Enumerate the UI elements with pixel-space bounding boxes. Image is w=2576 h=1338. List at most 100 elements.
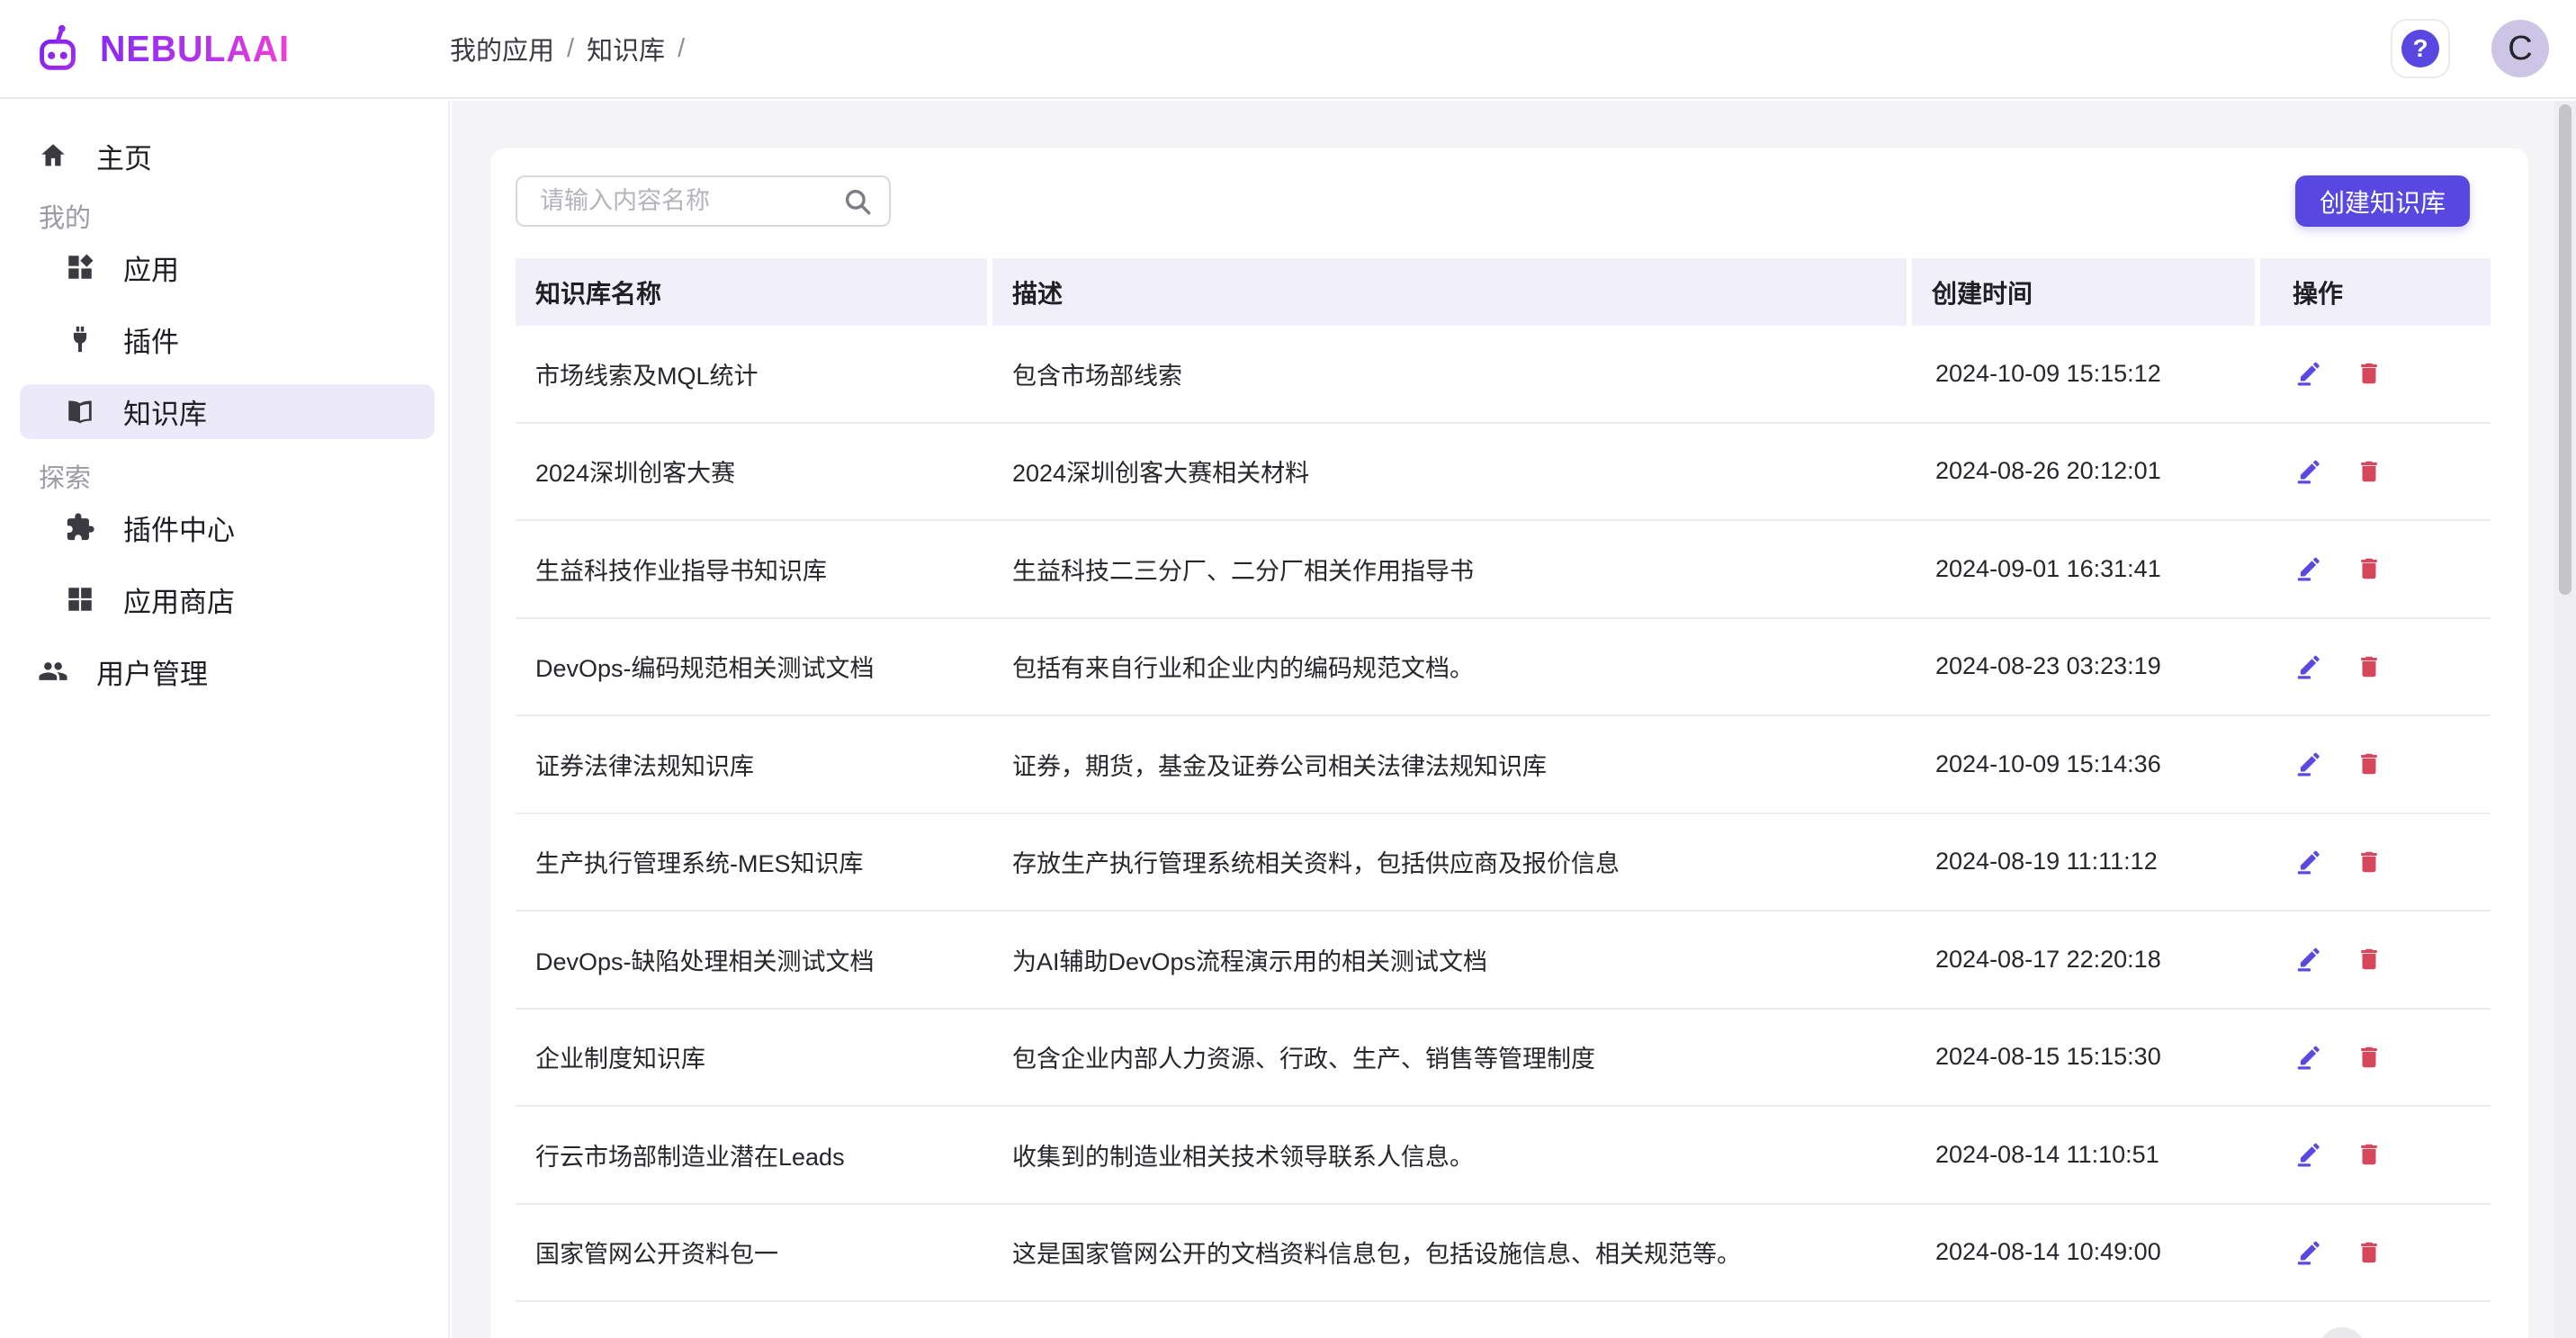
edit-button[interactable] [2293,1139,2323,1170]
edit-pencil-icon [2294,458,2321,485]
table-header-row: 知识库名称 描述 创建时间 操作 [516,258,2491,326]
kb-actions-cell [2260,651,2491,682]
sidebar-item-user-management[interactable]: 用户管理 [0,646,448,696]
edit-button[interactable] [2293,1237,2323,1268]
trash-icon [2356,1044,2383,1071]
kb-created-cell: 2024-08-15 15:15:30 [1912,1043,2255,1071]
delete-button[interactable] [2354,749,2384,779]
brand-wordmark: NEBULAAI [100,28,290,70]
search-icon[interactable] [842,186,873,217]
kb-created-cell: 2024-08-26 20:12:01 [1912,457,2255,485]
kb-desc-cell: 为AI辅助DevOps流程演示用的相关测试文档 [992,942,1907,977]
table-row: 国家管网公开资料包一 这是国家管网公开的文档资料信息包，包括设施信息、相关规范等… [516,1205,2491,1303]
edit-button[interactable] [2293,944,2323,974]
breadcrumb-knowledge-base[interactable]: 知识库 [587,30,665,67]
delete-button[interactable] [2354,1237,2384,1268]
kb-desc-cell: 2024深圳创客大赛相关材料 [992,453,1907,489]
trash-icon [2356,458,2383,485]
sidebar-item-label: 插件中心 [123,507,235,548]
toolbar: 创建知识库 [516,175,2503,227]
kb-name-cell: 2024深圳创客大赛 [516,453,987,489]
breadcrumb-separator: / [567,34,574,64]
edit-button[interactable] [2293,651,2323,682]
sidebar: 主页 我的 应用 插件 知识库 探索 插件中心 [0,101,450,1338]
brand-logo[interactable]: NEBULAAI [30,21,450,76]
delete-button[interactable] [2354,456,2384,487]
delete-button[interactable] [2354,358,2384,389]
edit-pencil-icon [2294,653,2321,680]
help-button[interactable]: ? [2391,19,2450,78]
sidebar-section-explore: 探索 [0,461,448,491]
col-header-name: 知识库名称 [516,258,987,326]
plug-icon [65,324,95,355]
trash-icon [2356,1239,2383,1266]
apps-icon [65,252,95,283]
edit-button[interactable] [2293,358,2323,389]
kb-name-cell: 生产执行管理系统-MES知识库 [516,844,987,879]
sidebar-section-my: 我的 [0,201,448,231]
table-row: 企业制度知识库 包含企业内部人力资源、行政、生产、销售等管理制度 2024-08… [516,1010,2491,1108]
edit-button[interactable] [2293,553,2323,584]
edit-pencil-icon [2294,1239,2321,1266]
delete-button[interactable] [2354,553,2384,584]
robot-logo-icon [30,21,85,76]
sidebar-item-label: 用户管理 [96,651,208,692]
create-kb-button[interactable]: 创建知识库 [2295,175,2470,227]
trash-icon [2356,849,2383,876]
kb-name-cell: 国家管网公开资料包一 [516,1235,987,1270]
kb-name-cell: 证券法律法规知识库 [516,747,987,782]
sidebar-item-label: 知识库 [123,391,207,432]
kb-actions-cell [2260,358,2491,389]
trash-icon [2356,653,2383,680]
book-icon [65,397,95,427]
table-row: 生益科技作业指导书知识库 生益科技二三分厂、二分厂相关作用指导书 2024-09… [516,521,2491,619]
table-row: 2024深圳创客大赛 2024深圳创客大赛相关材料 2024-08-26 20:… [516,424,2491,522]
kb-desc-cell: 生益科技二三分厂、二分厂相关作用指导书 [992,552,1907,587]
table-row: 行云市场部制造业潜在Leads 收集到的制造业相关技术领导联系人信息。 2024… [516,1107,2491,1205]
kb-name-cell: 企业制度知识库 [516,1039,987,1074]
edit-button[interactable] [2293,847,2323,877]
question-mark-icon: ? [2401,30,2439,67]
table-row: DevOps-编码规范相关测试文档 包括有来自行业和企业内的编码规范文档。 20… [516,619,2491,717]
delete-button[interactable] [2354,944,2384,974]
main-area: 创建知识库 知识库名称 描述 创建时间 操作 市场线索及MQL统计 包含市场部线… [452,101,2576,1338]
delete-button[interactable] [2354,1139,2384,1170]
table-row: DevOps-缺陷处理相关测试文档 为AI辅助DevOps流程演示用的相关测试文… [516,911,2491,1010]
trash-icon [2356,555,2383,582]
edit-button[interactable] [2293,1042,2323,1073]
home-icon [38,140,68,171]
sidebar-item-label: 主页 [96,136,152,176]
delete-button[interactable] [2354,1042,2384,1073]
col-header-actions: 操作 [2260,258,2491,326]
table-row: 生产执行管理系统-MES知识库 存放生产执行管理系统相关资料，包括供应商及报价信… [516,814,2491,912]
kb-desc-cell: 收集到的制造业相关技术领导联系人信息。 [992,1137,1907,1172]
sidebar-item-apps[interactable]: 应用 [0,242,448,292]
kb-actions-cell [2260,847,2491,877]
kb-actions-cell [2260,749,2491,779]
kb-desc-cell: 这是国家管网公开的文档资料信息包，包括设施信息、相关规范等。 [992,1235,1907,1270]
sidebar-item-plugin-center[interactable]: 插件中心 [0,502,448,552]
table-body: 市场线索及MQL统计 包含市场部线索 2024-10-09 15:15:12 2… [516,326,2491,1302]
sidebar-item-plugins[interactable]: 插件 [0,314,448,364]
trash-icon [2356,1141,2383,1168]
edit-button[interactable] [2293,456,2323,487]
page-scrollbar-thumb[interactable] [2559,104,2572,595]
avatar[interactable]: C [2491,20,2549,77]
page-scrollbar-track[interactable] [2554,101,2576,1338]
kb-created-cell: 2024-08-23 03:23:19 [1912,652,2255,680]
sidebar-item-home[interactable]: 主页 [0,130,448,181]
table-row: 市场线索及MQL统计 包含市场部线索 2024-10-09 15:15:12 [516,326,2491,424]
kb-created-cell: 2024-09-01 16:31:41 [1912,555,2255,583]
edit-pencil-icon [2294,849,2321,876]
breadcrumb-my-apps[interactable]: 我的应用 [450,30,554,67]
sidebar-item-knowledge-base[interactable]: 知识库 [20,384,435,439]
kb-created-cell: 2024-10-09 15:14:36 [1912,750,2255,778]
sidebar-item-label: 应用 [123,247,179,288]
sidebar-item-app-store[interactable]: 应用商店 [0,574,448,624]
delete-button[interactable] [2354,847,2384,877]
delete-button[interactable] [2354,651,2384,682]
edit-button[interactable] [2293,749,2323,779]
edit-pencil-icon [2294,555,2321,582]
search-input[interactable] [516,175,891,227]
edit-pencil-icon [2294,1044,2321,1071]
